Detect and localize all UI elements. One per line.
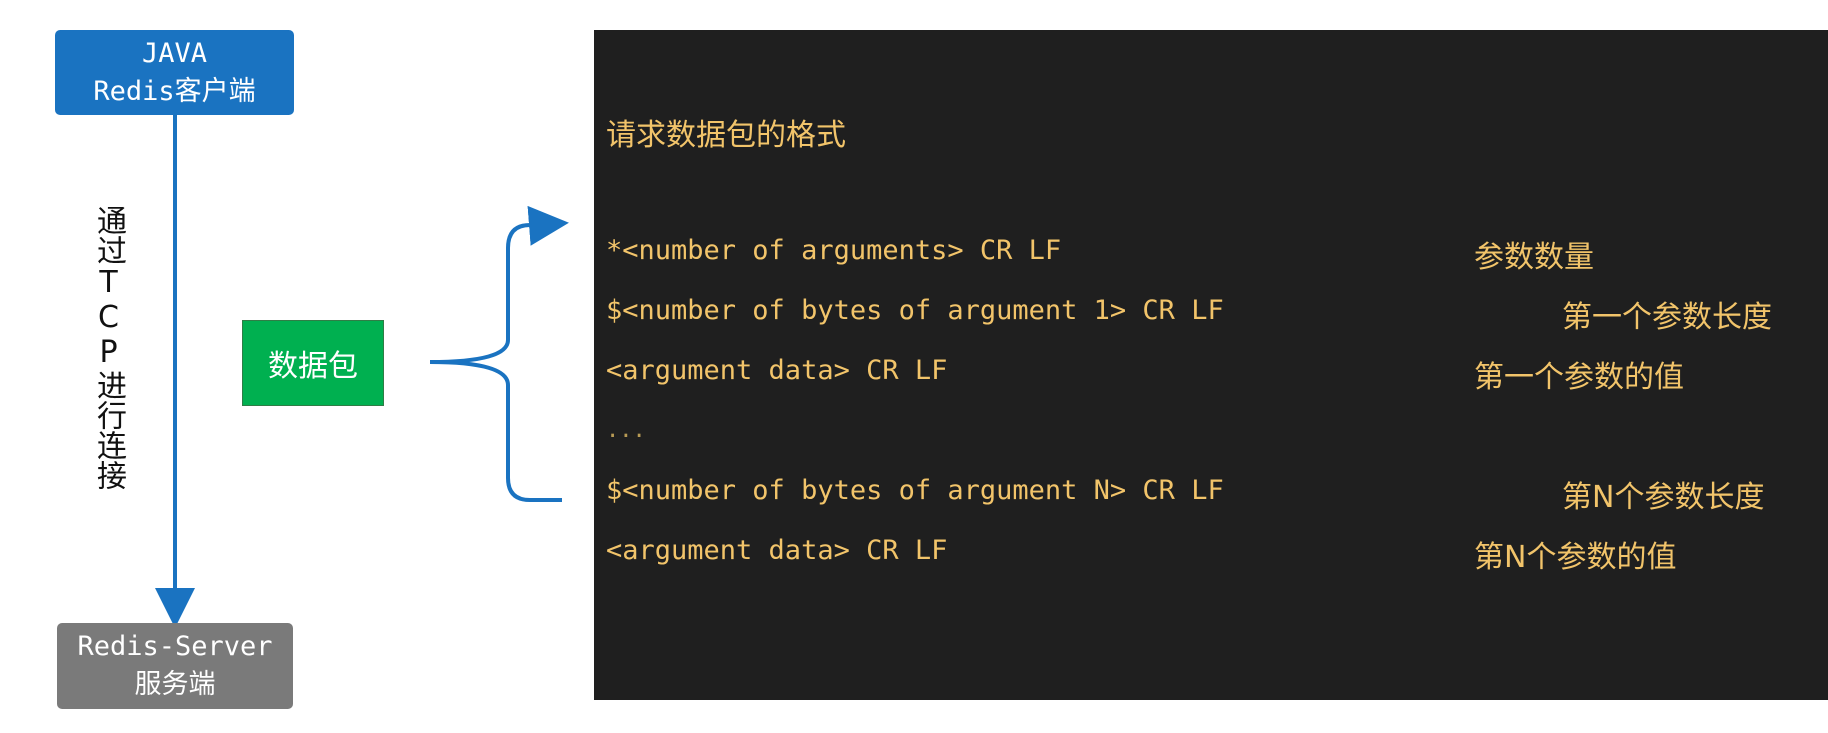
- brace-top-arrow: [527, 205, 569, 246]
- request-format-panel: 请求数据包的格式 *<number of arguments> CR LF 参数…: [594, 30, 1828, 700]
- row-code-2: $<number of bytes of argument 1> CR LF: [606, 295, 1224, 326]
- row-note-4: 第N个参数长度: [1562, 480, 1765, 515]
- server-line-2: 服务端: [134, 669, 216, 700]
- tcp-connection-label: 通过TCP进行连接: [91, 205, 126, 490]
- row-note-5: 第N个参数的值: [1474, 540, 1677, 575]
- row-code-1: *<number of arguments> CR LF: [606, 235, 1062, 266]
- row-code-ellipsis: ...: [606, 418, 646, 443]
- row-code-3: <argument data> CR LF: [606, 355, 948, 386]
- redis-server-box: Redis-Server 服务端: [57, 623, 293, 709]
- redis-client-box: JAVA Redis客户端: [55, 30, 294, 115]
- packet-box: 数据包: [242, 320, 384, 406]
- row-note-3: 第一个参数的值: [1474, 360, 1684, 395]
- panel-title: 请求数据包的格式: [606, 118, 846, 153]
- row-code-5: <argument data> CR LF: [606, 535, 948, 566]
- packet-brace: [429, 223, 562, 502]
- client-line-2: Redis客户端: [93, 75, 256, 107]
- client-line-1: JAVA: [141, 37, 208, 69]
- row-note-1: 参数数量: [1474, 240, 1594, 275]
- row-note-2: 第一个参数长度: [1562, 300, 1772, 335]
- row-code-4: $<number of bytes of argument N> CR LF: [606, 475, 1224, 506]
- server-line-1: Redis-Server: [77, 631, 273, 662]
